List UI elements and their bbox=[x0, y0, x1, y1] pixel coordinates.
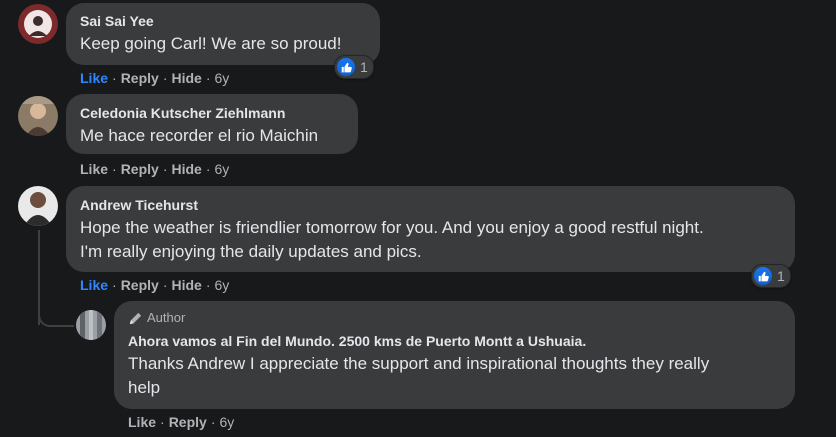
commenter-name[interactable]: Andrew Ticehurst bbox=[80, 196, 781, 214]
comment-actions: Like · Reply · Hide · 6y bbox=[80, 161, 230, 177]
timestamp[interactable]: 6y bbox=[219, 414, 234, 430]
like-reaction-icon bbox=[337, 58, 355, 76]
reaction-summary[interactable]: 1 bbox=[334, 55, 374, 79]
comment-bubble: Andrew Ticehurst Hope the weather is fri… bbox=[66, 186, 795, 272]
commenter-name[interactable]: Sai Sai Yee bbox=[80, 12, 366, 30]
comment-text-line: I'm really enjoying the daily updates an… bbox=[80, 242, 422, 261]
reply-bubble: Author Ahora vamos al Fin del Mundo. 250… bbox=[114, 301, 795, 409]
reaction-count: 1 bbox=[360, 59, 368, 75]
author-label: Author bbox=[147, 310, 186, 325]
author-badge: Author bbox=[128, 310, 781, 326]
commenter-name[interactable]: Celedonia Kutscher Ziehlmann bbox=[80, 104, 344, 122]
avatar[interactable] bbox=[76, 310, 106, 340]
avatar-image bbox=[18, 96, 58, 136]
timestamp[interactable]: 6y bbox=[215, 277, 230, 293]
commenter-name[interactable]: Ahora vamos al Fin del Mundo. 2500 kms d… bbox=[128, 332, 781, 350]
comment-text-line: Thanks Andrew I appreciate the support a… bbox=[128, 354, 710, 373]
comment-actions: Like · Reply · 6y bbox=[128, 414, 235, 430]
hide-button[interactable]: Hide bbox=[171, 161, 201, 177]
thread-branch bbox=[38, 300, 74, 327]
comment-text-line: help bbox=[128, 378, 161, 397]
comment-bubble: Sai Sai Yee Keep going Carl! We are so p… bbox=[66, 3, 380, 65]
avatar-image bbox=[18, 4, 58, 44]
like-button[interactable]: Like bbox=[80, 277, 108, 293]
hide-button[interactable]: Hide bbox=[171, 70, 201, 86]
like-button[interactable]: Like bbox=[80, 70, 108, 86]
hide-button[interactable]: Hide bbox=[171, 277, 201, 293]
comment-actions: Like · Reply · Hide · 6y bbox=[80, 70, 230, 86]
timestamp[interactable]: 6y bbox=[215, 161, 230, 177]
avatar-image bbox=[76, 310, 106, 340]
comment-actions: Like · Reply · Hide · 6y bbox=[80, 277, 230, 293]
timestamp[interactable]: 6y bbox=[215, 70, 230, 86]
reply-button[interactable]: Reply bbox=[169, 414, 207, 430]
reply-button[interactable]: Reply bbox=[121, 277, 159, 293]
avatar[interactable] bbox=[18, 4, 58, 44]
avatar-image bbox=[18, 186, 58, 226]
like-button[interactable]: Like bbox=[80, 161, 108, 177]
comment-text: Keep going Carl! We are so proud! bbox=[80, 34, 342, 53]
reply-button[interactable]: Reply bbox=[121, 161, 159, 177]
comment-text-line: Hope the weather is friendlier tomorrow … bbox=[80, 218, 704, 237]
avatar[interactable] bbox=[18, 186, 58, 226]
reaction-count: 1 bbox=[777, 268, 785, 284]
reaction-summary[interactable]: 1 bbox=[751, 264, 791, 288]
comment-text: Me hace recorder el rio Maichin bbox=[80, 126, 319, 145]
comment-bubble: Celedonia Kutscher Ziehlmann Me hace rec… bbox=[66, 94, 358, 154]
like-reaction-icon bbox=[754, 267, 772, 285]
avatar[interactable] bbox=[18, 96, 58, 136]
pencil-icon bbox=[129, 312, 142, 324]
reply-button[interactable]: Reply bbox=[121, 70, 159, 86]
like-button[interactable]: Like bbox=[128, 414, 156, 430]
